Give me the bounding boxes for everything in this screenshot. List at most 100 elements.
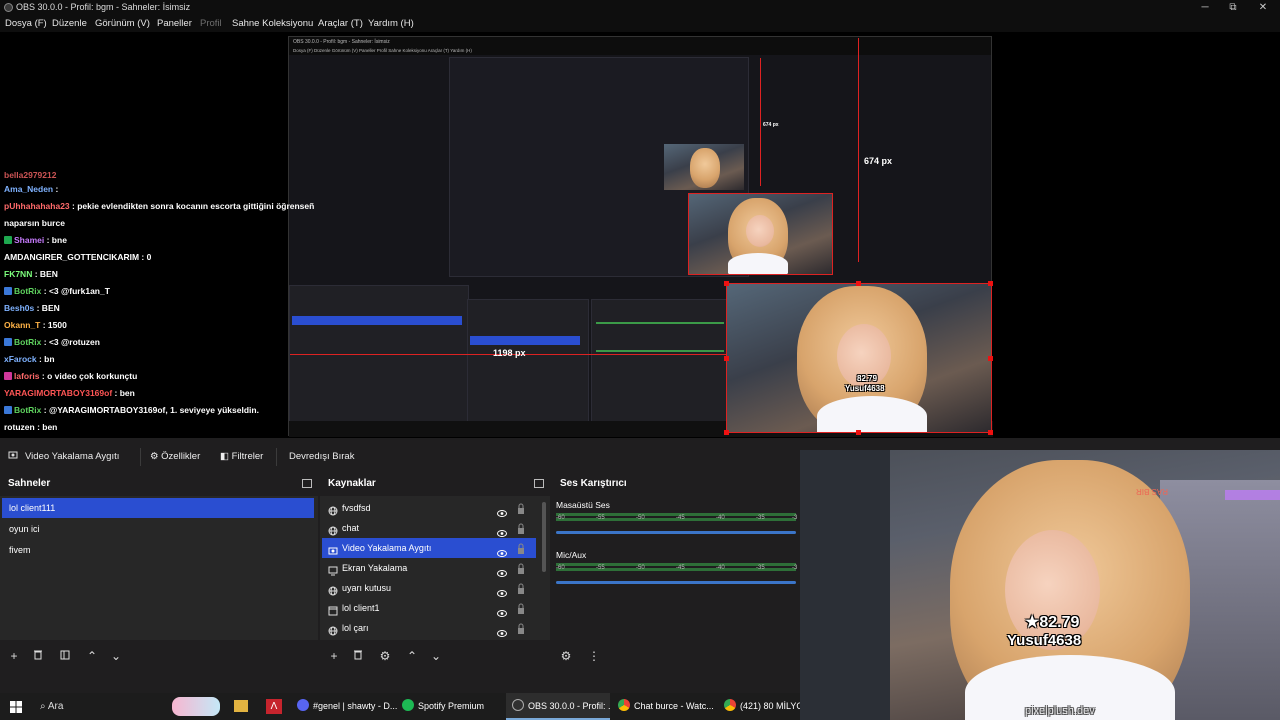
scenes-list: lol client111 oyun ici fivem	[0, 496, 318, 640]
eye-icon[interactable]	[497, 504, 507, 517]
resize-handle[interactable]	[724, 430, 729, 435]
mixer-menu-button[interactable]: ⋮	[586, 648, 602, 664]
eye-icon[interactable]	[497, 624, 507, 637]
lock-icon[interactable]	[517, 522, 525, 534]
chat-username: Ama_Neden	[4, 184, 54, 194]
tick-label: -55	[596, 515, 605, 521]
resize-handle[interactable]	[724, 356, 729, 361]
source-item[interactable]: lol çarı	[322, 618, 536, 638]
add-source-button[interactable]: +	[326, 648, 342, 664]
source-item[interactable]: lol client1	[322, 598, 536, 618]
chat-message: : BEN	[34, 303, 60, 313]
filter-icon	[60, 650, 70, 660]
menu-help[interactable]: Yardım (H)	[368, 15, 414, 32]
chat-message: : <3 @furk1an_T	[41, 286, 110, 296]
lock-icon[interactable]	[517, 622, 525, 634]
scene-item[interactable]: fivem	[2, 540, 314, 560]
remove-scene-button[interactable]	[30, 648, 46, 664]
source-item[interactable]: uyarı kutusu	[322, 578, 536, 598]
source-item[interactable]: fvsdfsd	[322, 498, 536, 518]
lock-icon[interactable]	[517, 502, 525, 514]
maximize-button[interactable]: ⧉	[1218, 0, 1248, 15]
mod-badge-icon	[4, 236, 12, 244]
source-item[interactable]: Video Yakalama Aygıtı	[322, 538, 536, 558]
resize-handle[interactable]	[988, 281, 993, 286]
chat-username: xFarock	[4, 354, 37, 364]
menu-view[interactable]: Görünüm (V)	[95, 15, 150, 32]
monitor-icon	[328, 563, 338, 576]
taskbar-app-label: #genel | shawty - D...	[313, 701, 397, 711]
taskbar-app-spotify[interactable]: Spotify Premium	[402, 693, 502, 720]
menu-scene-collection[interactable]: Sahne Koleksiyonu	[232, 15, 313, 32]
close-button[interactable]: ✕	[1248, 0, 1278, 15]
taskbar-app-discord[interactable]: #genel | shawty - D...	[297, 693, 397, 720]
bot-badge-icon	[4, 406, 12, 414]
lock-icon[interactable]	[517, 562, 525, 574]
menu-tools[interactable]: Araçlar (T)	[318, 15, 363, 32]
advanced-audio-button[interactable]: ⚙	[558, 648, 574, 664]
volume-slider[interactable]	[556, 581, 796, 584]
scenes-footer: + ⌃ ⌄	[0, 642, 318, 670]
eye-icon[interactable]	[497, 564, 507, 577]
tick-label: -60	[556, 515, 565, 521]
move-up-icon[interactable]: ⌃	[84, 648, 100, 664]
resize-handle[interactable]	[856, 281, 861, 286]
start-button[interactable]	[10, 700, 22, 718]
file-explorer-icon[interactable]	[234, 700, 248, 712]
lock-icon[interactable]	[517, 602, 525, 614]
properties-button[interactable]: ⚙ Özellikler	[150, 448, 200, 466]
lock-icon[interactable]	[517, 542, 525, 554]
deactivate-button[interactable]: Devredışı Bırak	[289, 448, 354, 466]
eye-icon[interactable]	[497, 604, 507, 617]
minimize-button[interactable]: ─	[1190, 0, 1220, 15]
taskbar-search[interactable]: ⌕ Ara	[40, 693, 63, 720]
scene-filters-button[interactable]	[57, 648, 73, 664]
resize-handle[interactable]	[988, 356, 993, 361]
height-guide-line	[858, 38, 859, 262]
scene-item[interactable]: lol client111	[2, 498, 314, 518]
volume-slider[interactable]	[556, 531, 796, 534]
chat-message: : 1500	[40, 320, 67, 330]
remove-source-button[interactable]	[350, 648, 366, 664]
lock-icon[interactable]	[517, 582, 525, 594]
eye-icon[interactable]	[497, 544, 507, 557]
source-item[interactable]: Ekran Yakalama	[322, 558, 536, 578]
eye-icon[interactable]	[497, 584, 507, 597]
move-down-icon[interactable]: ⌄	[428, 648, 444, 664]
resize-handle[interactable]	[988, 430, 993, 435]
tick-label: -3	[792, 515, 798, 521]
taskbar: ⌕ Ara Λ #genel | shawty - D... Spotify P…	[0, 693, 800, 720]
sources-scrollbar[interactable]	[542, 502, 546, 572]
move-up-icon[interactable]: ⌃	[404, 648, 420, 664]
window-icon	[328, 603, 338, 616]
add-scene-button[interactable]: +	[6, 648, 22, 664]
menu-edit[interactable]: Düzenle	[52, 15, 87, 32]
undock-icon[interactable]	[534, 479, 544, 488]
channel-name: Masaüstü Ses	[556, 500, 610, 510]
sources-list: fvsdfsd chat Video Yakalama Aygıtı Ekran Ya…	[320, 496, 550, 640]
taskbar-app-chrome-youtube[interactable]: (421) 80 MİLYON...	[720, 693, 800, 720]
watermark: pixelplush.dev	[1025, 705, 1095, 717]
widget-icon[interactable]	[172, 697, 220, 716]
selection-box[interactable]	[726, 283, 992, 433]
move-down-icon[interactable]: ⌄	[108, 648, 124, 664]
adobe-icon[interactable]: Λ	[266, 699, 282, 714]
chat-message: naparsın burce	[4, 218, 65, 228]
taskbar-app-chrome-chat[interactable]: Chat burce - Watc...	[614, 693, 718, 720]
scene-item[interactable]: oyun ici	[2, 519, 314, 539]
menu-file[interactable]: Dosya (F)	[5, 15, 47, 32]
resize-handle[interactable]	[724, 281, 729, 286]
source-item[interactable]: chat	[322, 518, 536, 538]
taskbar-app-obs[interactable]: OBS 30.0.0 - Profil: ...	[506, 693, 610, 720]
eye-icon[interactable]	[497, 524, 507, 537]
filters-button[interactable]: ◧ Filtreler	[220, 448, 263, 466]
mixer-dock: Ses Karıştırıcı Masaüstü Ses -60 -55 -50…	[552, 474, 800, 670]
menu-docks[interactable]: Paneller	[157, 15, 192, 32]
chat-line: FK7NN : BEN	[4, 269, 58, 279]
resize-handle[interactable]	[856, 430, 861, 435]
preview-canvas[interactable]: OBS 30.0.0 - Profil: bgm - Sahneler: İsi…	[0, 32, 1280, 438]
tick-label: -35	[756, 565, 765, 571]
menu-profile[interactable]: Profil	[200, 15, 222, 32]
undock-icon[interactable]	[302, 479, 312, 488]
source-properties-button[interactable]: ⚙	[377, 648, 393, 664]
